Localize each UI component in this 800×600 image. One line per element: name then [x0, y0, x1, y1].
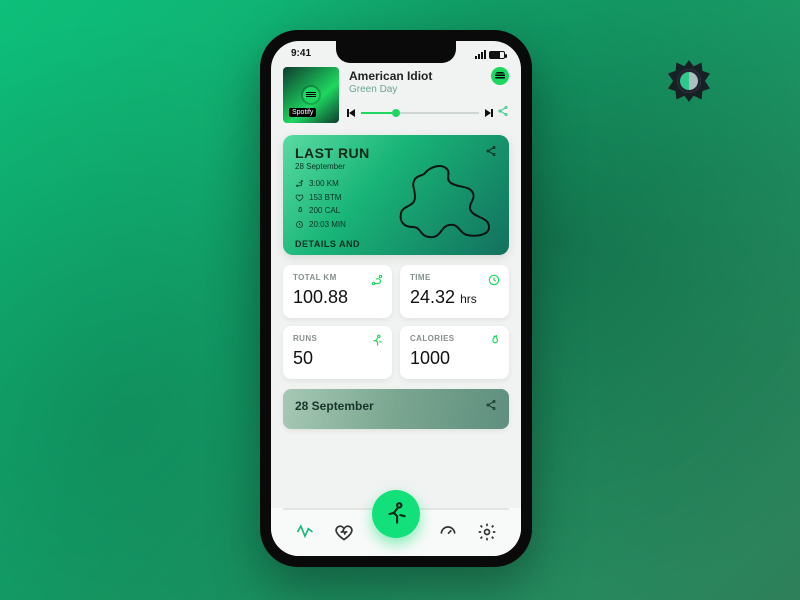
- tile-label: TIME: [410, 273, 499, 282]
- heart-icon: [295, 193, 304, 202]
- battery-icon: [489, 51, 505, 59]
- route-icon: [295, 179, 304, 188]
- tab-heart[interactable]: [333, 521, 355, 543]
- route-map: [395, 161, 495, 241]
- tile-label: TOTAL KM: [293, 273, 382, 282]
- now-playing-card[interactable]: Spotify American Idiot Green Day: [283, 67, 509, 123]
- tile-total-km[interactable]: TOTAL KM 100.88: [283, 265, 392, 318]
- status-time: 9:41: [291, 48, 311, 59]
- clock-icon: [487, 273, 501, 287]
- spotify-badge-icon[interactable]: [491, 67, 509, 85]
- tile-value: 24.32 hrs: [410, 287, 499, 308]
- tile-time[interactable]: TIME 24.32 hrs: [400, 265, 509, 318]
- route-icon: [370, 273, 384, 287]
- clock-icon: [295, 220, 304, 229]
- tile-value: 50: [293, 348, 382, 369]
- flame-icon: [487, 334, 501, 348]
- tile-calories[interactable]: CALORIES 1000: [400, 326, 509, 379]
- runner-icon: [370, 334, 384, 348]
- tab-speed[interactable]: [437, 521, 459, 543]
- phone-frame: 9:41 Spotify American Idiot Green Day: [260, 30, 532, 567]
- theme-badge: [668, 60, 710, 102]
- signal-icon: [475, 50, 486, 59]
- day-summary-card[interactable]: 28 September: [283, 389, 509, 429]
- stat-calories: 200 CAL: [309, 204, 340, 218]
- spotify-icon: [303, 87, 319, 103]
- playback-progress[interactable]: [361, 112, 479, 114]
- track-title: American Idiot: [349, 69, 509, 83]
- tile-value: 100.88: [293, 287, 382, 308]
- status-indicators: [475, 50, 505, 59]
- day-card-title: 28 September: [295, 399, 497, 413]
- stat-duration: 20:03 MIN: [309, 218, 346, 232]
- album-art[interactable]: Spotify: [283, 67, 339, 123]
- start-run-fab[interactable]: [372, 490, 420, 538]
- last-run-card[interactable]: LAST RUN 28 September 3:00 KM 153 BTM 20…: [283, 135, 509, 255]
- stat-heart: 153 BTM: [309, 191, 341, 205]
- share-icon[interactable]: [485, 145, 497, 160]
- music-service-label: Spotify: [289, 108, 316, 117]
- last-run-heading: LAST RUN: [295, 145, 497, 161]
- tile-value: 1000: [410, 348, 499, 369]
- share-icon[interactable]: [497, 105, 509, 120]
- tile-label: CALORIES: [410, 334, 499, 343]
- tab-settings[interactable]: [476, 521, 498, 543]
- stat-distance: 3:00 KM: [309, 177, 339, 191]
- flame-icon: [295, 206, 304, 215]
- tab-activity[interactable]: [294, 521, 316, 543]
- track-artist: Green Day: [349, 84, 509, 95]
- notch: [336, 41, 456, 63]
- screen: 9:41 Spotify American Idiot Green Day: [271, 41, 521, 556]
- tile-runs[interactable]: RUNS 50: [283, 326, 392, 379]
- next-button[interactable]: [485, 109, 491, 117]
- prev-button[interactable]: [349, 109, 355, 117]
- tile-label: RUNS: [293, 334, 382, 343]
- share-icon[interactable]: [485, 399, 497, 414]
